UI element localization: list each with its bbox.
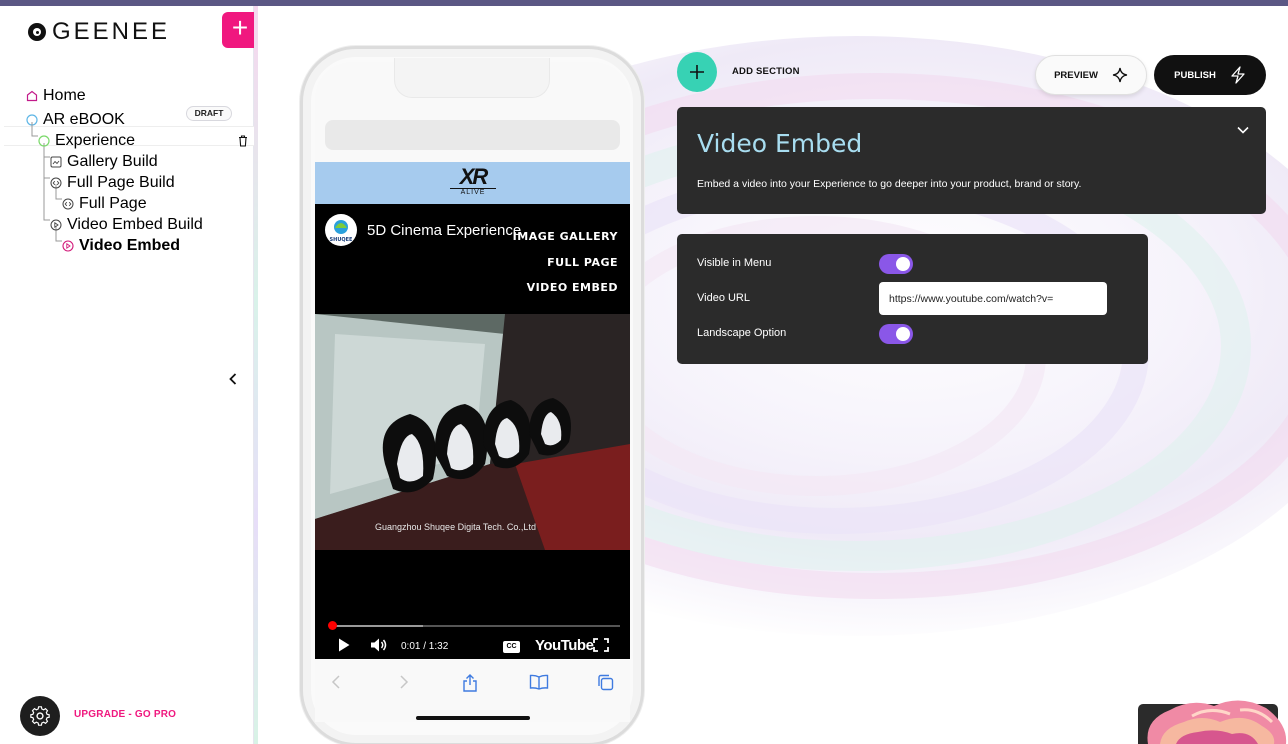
app-window: GEENEE Home AR eBOOK DRAFT Experience Ga… (0, 6, 1288, 744)
video-player[interactable]: SHUQEE 5D Cinema Experience IMAGE GALLER… (315, 204, 630, 659)
tree-item-video-embed[interactable]: Video Embed (62, 236, 180, 256)
share-icon[interactable] (462, 674, 478, 697)
landscape-option-toggle[interactable] (879, 324, 913, 344)
video-time: 0:01 / 1:32 (401, 641, 449, 652)
landscape-option-label: Landscape Option (697, 327, 787, 339)
section-description: Embed a video into your Experience to go… (697, 178, 1082, 190)
tree-item-label: Full Page Build (67, 174, 175, 191)
fullscreen-icon[interactable] (593, 638, 609, 652)
trash-icon[interactable] (238, 134, 248, 152)
circle-icon (38, 135, 50, 147)
scrubber-handle[interactable] (328, 621, 337, 630)
logo-text: XR (459, 164, 489, 189)
add-section-button[interactable] (677, 52, 717, 92)
tree-item-video-embed-build[interactable]: Video Embed Build (50, 215, 203, 235)
tree-item-experience[interactable]: Experience (38, 131, 135, 151)
publish-label: PUBLISH (1174, 69, 1216, 81)
browser-url-bar[interactable] (325, 120, 620, 150)
channel-avatar[interactable]: SHUQEE (325, 214, 357, 246)
tree-item-label: Video Embed (79, 237, 181, 254)
captions-button[interactable]: CC (503, 641, 520, 653)
youtube-logo[interactable]: YouTube (535, 637, 594, 654)
sidebar-divider (254, 6, 258, 744)
bookmarks-icon[interactable] (529, 674, 549, 695)
tree-item-label: Video Embed Build (67, 216, 203, 233)
chevron-down-icon[interactable] (1236, 123, 1250, 137)
code-icon (62, 198, 74, 210)
tree-item-gallery-build[interactable]: Gallery Build (50, 152, 158, 172)
menu-item-video-embed[interactable]: VIDEO EMBED (527, 281, 618, 294)
add-section-label[interactable]: ADD SECTION (732, 66, 800, 77)
mascot-illustration (1147, 700, 1287, 744)
collapse-sidebar-button[interactable] (228, 370, 238, 391)
sparkle-icon (1112, 67, 1128, 83)
add-button[interactable]: + (222, 12, 258, 48)
section-title: Video Embed (697, 129, 863, 158)
cinema-seats-illustration (315, 314, 630, 550)
play-icon (62, 240, 74, 252)
video-url-label: Video URL (697, 292, 750, 304)
video-frame (315, 314, 630, 550)
section-settings-panel: Visible in Menu Video URL Landscape Opti… (677, 234, 1148, 364)
home-indicator (416, 716, 530, 720)
preview-label: PREVIEW (1054, 69, 1098, 81)
play-icon (339, 638, 350, 652)
chevron-left-icon (229, 373, 237, 385)
gallery-icon (50, 156, 62, 168)
volume-button[interactable] (370, 637, 388, 656)
tree-item-label: Gallery Build (67, 153, 158, 170)
settings-button[interactable] (20, 696, 60, 736)
code-icon (50, 177, 62, 189)
video-url-input[interactable] (879, 282, 1107, 315)
phone-notch (394, 58, 550, 98)
publish-button[interactable]: PUBLISH (1154, 55, 1266, 95)
play-button[interactable] (337, 637, 351, 656)
tabs-icon[interactable] (597, 674, 614, 696)
tree-item-label: Full Page (79, 195, 147, 212)
xr-alive-logo: XR ALIVE (450, 166, 496, 200)
volume-icon (371, 638, 387, 652)
visible-in-menu-toggle[interactable] (879, 254, 913, 274)
sidebar: GEENEE Home AR eBOOK DRAFT Experience Ga… (0, 6, 254, 744)
svg-text:SHUQEE: SHUQEE (330, 237, 354, 243)
menu-item-full-page[interactable]: FULL PAGE (547, 256, 618, 269)
play-icon (50, 219, 62, 231)
preview-button[interactable]: PREVIEW (1035, 55, 1147, 95)
tree-item-full-page-build[interactable]: Full Page Build (50, 173, 175, 193)
gear-icon (30, 706, 50, 726)
browser-back-icon[interactable] (331, 674, 341, 695)
video-title[interactable]: 5D Cinema Experience (367, 222, 521, 239)
buffered-bar (330, 625, 423, 627)
tree-item-full-page[interactable]: Full Page (62, 194, 147, 214)
plus-icon (690, 65, 704, 79)
browser-forward-icon[interactable] (399, 674, 409, 695)
lightning-icon (1231, 66, 1245, 84)
upgrade-link[interactable]: UPGRADE - GO PRO (74, 709, 176, 720)
channel-logo-icon: SHUQEE (330, 220, 354, 243)
section-header-panel: Video Embed Embed a video into your Expe… (677, 107, 1266, 214)
logo-subtext: ALIVE (450, 188, 496, 197)
video-caption: Guangzhou Shuqee Digita Tech. Co.,Ltd (375, 522, 536, 532)
menu-item-image-gallery[interactable]: IMAGE GALLERY (513, 230, 618, 243)
visible-in-menu-label: Visible in Menu (697, 257, 772, 269)
tree-item-label: Experience (55, 132, 136, 149)
